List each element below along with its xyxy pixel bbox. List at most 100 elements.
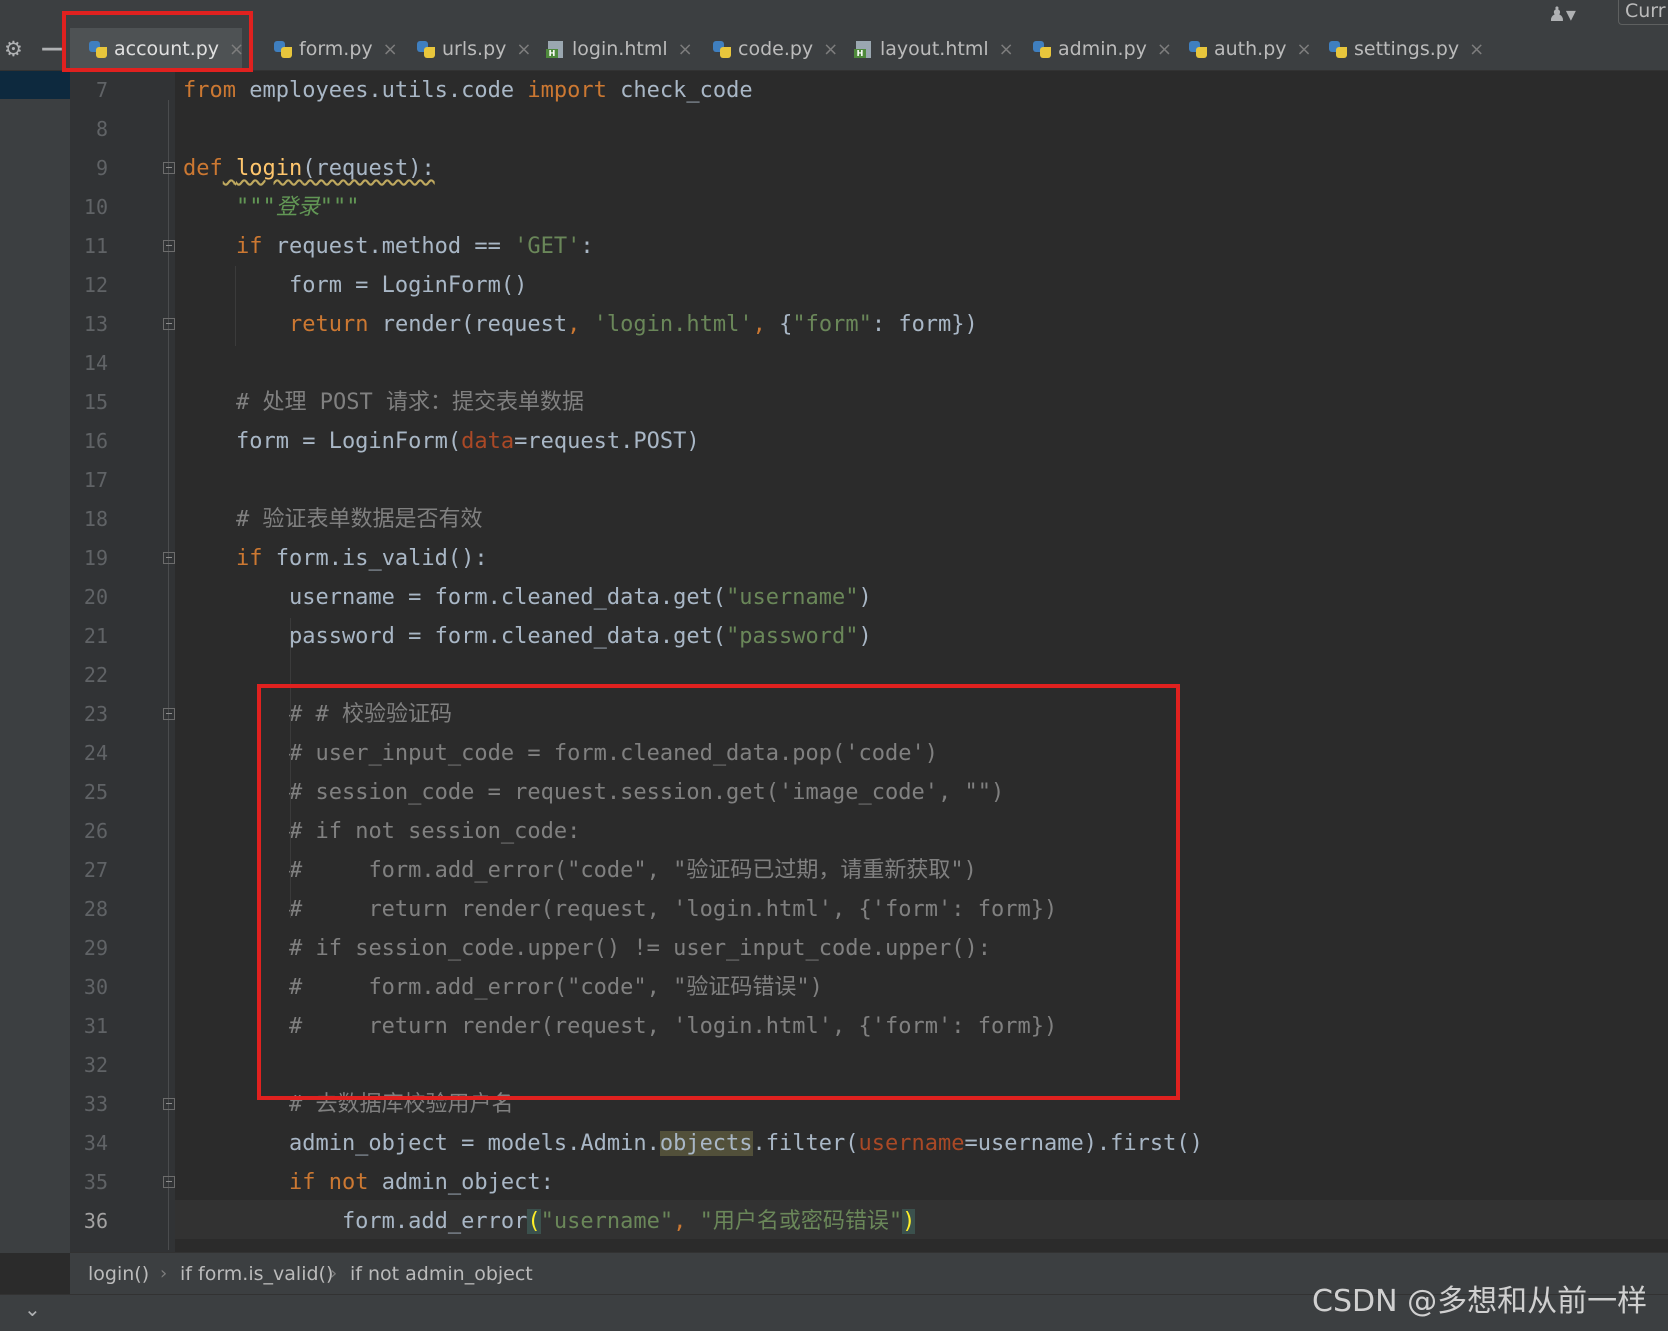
line-number: 36 bbox=[83, 1209, 108, 1233]
line-number: 20 bbox=[83, 585, 108, 609]
fold-marker-icon[interactable] bbox=[163, 1176, 175, 1188]
line-number: 18 bbox=[83, 507, 108, 531]
fold-marker-icon[interactable] bbox=[163, 318, 175, 330]
code-line: # 处理 POST 请求：提交表单数据 bbox=[183, 383, 584, 422]
code-token: form.add_error bbox=[183, 1209, 528, 1234]
tab-auth-py[interactable]: auth.py × bbox=[1170, 28, 1312, 70]
fold-marker-icon[interactable] bbox=[163, 552, 175, 564]
fold-marker-icon[interactable] bbox=[163, 162, 175, 174]
code-token: """登录""" bbox=[235, 195, 360, 220]
code-token: if not bbox=[288, 1170, 369, 1195]
code-token: employees.utils.code bbox=[235, 78, 528, 103]
line-number: 34 bbox=[83, 1131, 108, 1155]
code-line: if request.method == 'GET': bbox=[183, 227, 594, 266]
code-token: def bbox=[183, 156, 223, 181]
minimize-icon[interactable]: — bbox=[41, 36, 63, 61]
line-number: 14 bbox=[83, 351, 108, 375]
tab-login-html[interactable]: Hlogin.html × bbox=[528, 28, 693, 70]
code-token: "用户名或密码错误" bbox=[699, 1209, 903, 1234]
line-number: 16 bbox=[83, 429, 108, 453]
user-account-icon[interactable]: ♟▾ bbox=[1548, 2, 1576, 26]
code-line: admin_object = models.Admin.objects.filt… bbox=[183, 1124, 1203, 1163]
tab-code-py[interactable]: code.py × bbox=[694, 28, 838, 70]
tab-label: layout.html bbox=[880, 38, 989, 60]
line-number: 21 bbox=[83, 624, 108, 648]
gear-icon[interactable]: ⚙ bbox=[4, 37, 23, 61]
code-token: render(request bbox=[368, 312, 568, 337]
line-number: 11 bbox=[83, 234, 108, 258]
code-line: form = LoginForm(data=request.POST) bbox=[183, 422, 700, 461]
code-token: (request): bbox=[302, 156, 435, 181]
python-file-icon bbox=[712, 39, 732, 59]
tab-label: admin.py bbox=[1058, 38, 1147, 60]
tab-layout-html[interactable]: Hlayout.html × bbox=[836, 28, 1014, 70]
line-number: 12 bbox=[83, 273, 108, 297]
tab-label: code.py bbox=[738, 38, 814, 60]
code-token: , bbox=[567, 312, 594, 337]
python-file-icon bbox=[1032, 39, 1052, 59]
tab-form-py[interactable]: form.py × bbox=[255, 28, 398, 70]
project-selection-marker bbox=[0, 71, 70, 99]
code-token: { bbox=[779, 312, 793, 337]
code-line: if form.is_valid(): bbox=[183, 539, 488, 578]
line-number: 25 bbox=[83, 780, 108, 804]
code-token: , bbox=[752, 312, 780, 337]
chevron-down-icon[interactable]: ⌄ bbox=[24, 1297, 41, 1321]
code-line: def login(request): bbox=[183, 149, 435, 188]
tab-label: form.py bbox=[299, 38, 373, 60]
breadcrumb-item[interactable]: if form.is_valid() bbox=[180, 1263, 333, 1285]
close-icon[interactable]: × bbox=[678, 39, 693, 60]
watermark: CSDN @多想和从前一样 bbox=[1312, 1284, 1648, 1319]
code-token: .filter( bbox=[752, 1131, 859, 1156]
tab-urls-py[interactable]: urls.py × bbox=[398, 28, 531, 70]
code-token: return bbox=[288, 312, 369, 337]
code-token: if bbox=[235, 546, 263, 571]
line-number: 27 bbox=[83, 858, 108, 882]
code-token: if bbox=[235, 234, 263, 259]
python-file-icon bbox=[416, 39, 436, 59]
fold-marker-icon[interactable] bbox=[163, 1098, 175, 1110]
code-token: username bbox=[858, 1131, 965, 1156]
tab-label: settings.py bbox=[1354, 38, 1460, 60]
code-token: # 处理 POST 请求：提交表单数据 bbox=[235, 390, 584, 415]
code-line: """登录""" bbox=[183, 188, 359, 227]
breadcrumb-item[interactable]: login() bbox=[88, 1263, 149, 1285]
html-file-icon: H bbox=[546, 39, 566, 59]
tab-admin-py[interactable]: admin.py × bbox=[1014, 28, 1172, 70]
code-token: form.is_valid(): bbox=[262, 546, 488, 571]
close-icon[interactable]: × bbox=[999, 39, 1014, 60]
breadcrumb-separator-icon: › bbox=[330, 1263, 338, 1284]
line-number: 33 bbox=[83, 1092, 108, 1116]
code-line: return render(request, 'login.html', {"f… bbox=[183, 305, 978, 344]
code-token: "password" bbox=[726, 624, 859, 649]
code-token: "form" bbox=[792, 312, 872, 337]
run-config-button[interactable]: Curr bbox=[1618, 0, 1668, 25]
code-token: "username" bbox=[726, 585, 859, 610]
fold-marker-icon[interactable] bbox=[163, 240, 175, 252]
line-number: 9 bbox=[95, 156, 108, 180]
line-number: 8 bbox=[95, 117, 108, 141]
code-token: =request.POST) bbox=[514, 429, 700, 454]
code-token: : bbox=[580, 234, 594, 259]
tab-settings-py[interactable]: settings.py × bbox=[1310, 28, 1484, 70]
line-number: 19 bbox=[83, 546, 108, 570]
breadcrumb-item[interactable]: if not admin_object bbox=[350, 1263, 533, 1285]
code-line: from employees.utils.code import check_c… bbox=[183, 71, 753, 110]
code-token: =username).first() bbox=[964, 1131, 1203, 1156]
tab-label: urls.py bbox=[442, 38, 507, 60]
project-tool-strip bbox=[0, 71, 70, 1253]
code-token: import bbox=[527, 78, 607, 103]
close-icon[interactable]: × bbox=[383, 39, 398, 60]
code-token: request.method == bbox=[262, 234, 515, 259]
fold-marker-icon[interactable] bbox=[163, 708, 175, 720]
line-number: 35 bbox=[83, 1170, 108, 1194]
code-token: ) bbox=[858, 624, 872, 649]
close-icon[interactable]: × bbox=[1469, 39, 1484, 60]
code-token: check_code bbox=[606, 78, 753, 103]
code-token: # 验证表单数据是否有效 bbox=[235, 507, 483, 532]
code-token: ( bbox=[527, 1209, 541, 1234]
line-number: 10 bbox=[83, 195, 108, 219]
